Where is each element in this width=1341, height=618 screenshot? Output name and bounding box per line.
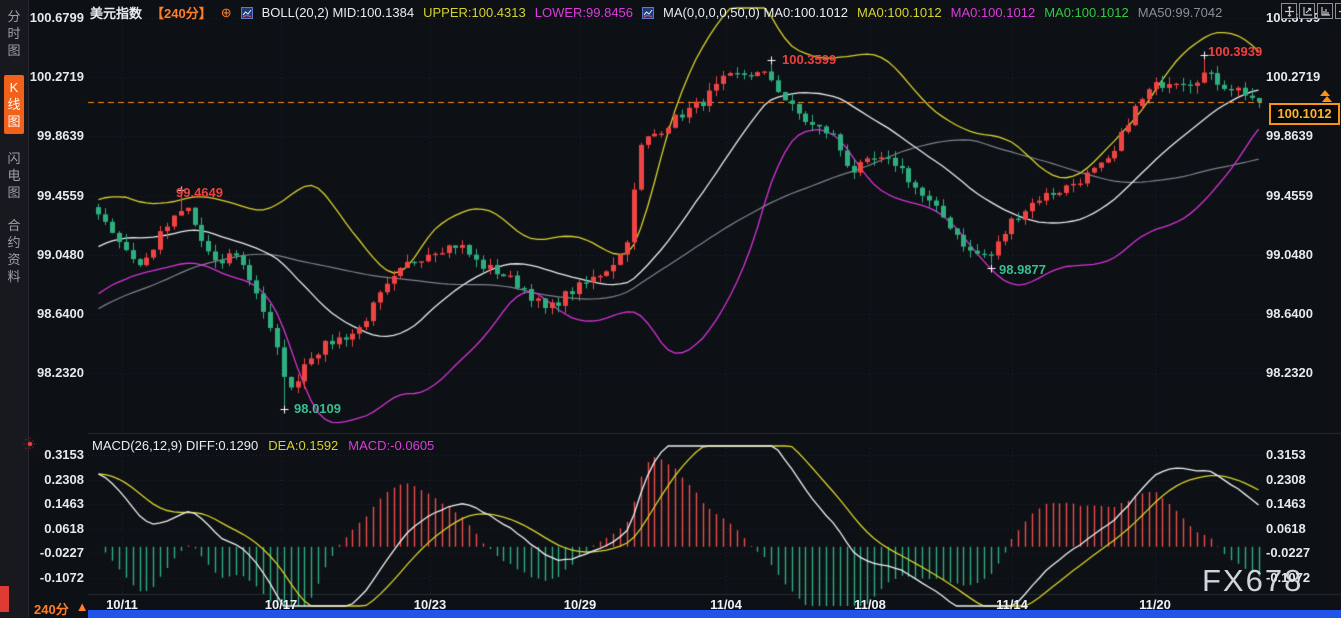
timeframe-value[interactable]: 240分 [34, 599, 69, 618]
trading-app: { "header": { "symbol": "美元指数", "timefra… [0, 0, 1341, 618]
sidebar-item-time-share-chart[interactable]: 分时图 [4, 8, 24, 59]
fx678-watermark: FX678 [1202, 563, 1303, 599]
indicator-header: 美元指数 【240分】 ⊕ BOLL(20,2) MID:100.1384 UP… [90, 3, 1222, 22]
macd-dea-value: DEA:0.1592 [268, 438, 338, 453]
chart-toolbar [1281, 3, 1341, 19]
ma50-value: MA50:99.7042 [1138, 5, 1223, 20]
timeframe-label: 【240分】 [151, 3, 212, 22]
symbol-name: 美元指数 [90, 3, 142, 22]
timeframe-arrow-icon: ▲ [76, 599, 89, 618]
timeframe-selector[interactable]: 240分 ▲ [34, 599, 89, 618]
boll-chart-icon [241, 7, 253, 19]
ma-white-value: MA(0,0,0,0,50,0) MA0:100.1012 [663, 5, 848, 20]
bottom-scrollbar[interactable] [88, 610, 1341, 618]
pan-icon[interactable] [1281, 3, 1297, 19]
add-indicator-icon[interactable]: ⊕ [221, 5, 232, 21]
sidebar-item-flash-chart[interactable]: 闪电图 [4, 150, 24, 201]
ma-chart-icon [642, 7, 654, 19]
price-chart-canvas[interactable] [0, 0, 1341, 618]
current-price-tag: 100.1012 [1269, 103, 1340, 125]
sidebar-item-kline-chart[interactable]: K线图 [4, 75, 24, 134]
sidebar: 分时图 K线图闪电图合约资料 [0, 0, 29, 618]
ma-green-value: MA0:100.1012 [1044, 5, 1129, 20]
sidebar-item-contract-info[interactable]: 合约资料 [4, 217, 24, 285]
scale-axis-icon[interactable] [1317, 3, 1333, 19]
boll-mid-value: BOLL(20,2) MID:100.1384 [262, 5, 414, 20]
boll-lower-value: LOWER:99.8456 [535, 5, 633, 20]
collapse-panel-icon[interactable] [1335, 3, 1341, 19]
ma-magenta-value: MA0:100.1012 [951, 5, 1036, 20]
boll-upper-value: UPPER:100.4313 [423, 5, 526, 20]
fit-chart-icon[interactable] [1299, 3, 1315, 19]
sidebar-alert-block [0, 586, 9, 612]
indicator-settings-icon[interactable] [23, 437, 37, 456]
macd-hist-value: MACD:-0.0605 [348, 438, 434, 453]
ma-yellow-value: MA0:100.1012 [857, 5, 942, 20]
macd-diff-value: MACD(26,12,9) DIFF:0.1290 [92, 438, 258, 453]
price-up-arrow-icon [1322, 96, 1332, 102]
macd-header: MACD(26,12,9) DIFF:0.1290 DEA:0.1592 MAC… [92, 438, 434, 453]
